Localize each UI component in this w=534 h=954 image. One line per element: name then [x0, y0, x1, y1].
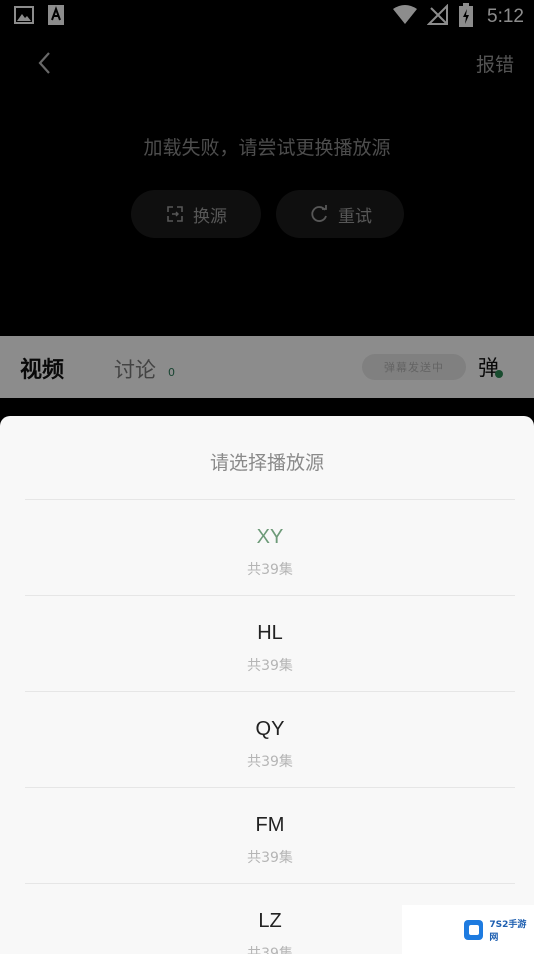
watermark-text: 7S2手游网	[489, 919, 527, 943]
watermark-icon	[464, 919, 484, 940]
source-name: XY	[256, 526, 284, 548]
episode-count: 共39集	[247, 754, 293, 770]
source-name: FM	[255, 814, 285, 836]
source-name: QY	[255, 718, 285, 740]
episode-count: 共39集	[247, 658, 293, 674]
dim-overlay[interactable]	[0, 0, 534, 416]
episode-count: 共39集	[247, 562, 293, 578]
source-item-qy[interactable]: QY 共39集	[25, 692, 515, 787]
source-item-hl[interactable]: HL 共39集	[25, 596, 515, 691]
source-name: HL	[257, 622, 283, 644]
source-item-xy[interactable]: XY 共39集	[25, 500, 515, 595]
episode-count: 共39集	[247, 850, 293, 866]
sheet-title: 请选择播放源	[209, 452, 324, 474]
source-picker-sheet: 请选择播放源 XY 共39集 HL 共39集 QY 共39集 FM 共39集 L…	[0, 416, 534, 954]
watermark-logo: 7S2手游网	[402, 905, 534, 954]
source-item-fm[interactable]: FM 共39集	[25, 788, 515, 883]
